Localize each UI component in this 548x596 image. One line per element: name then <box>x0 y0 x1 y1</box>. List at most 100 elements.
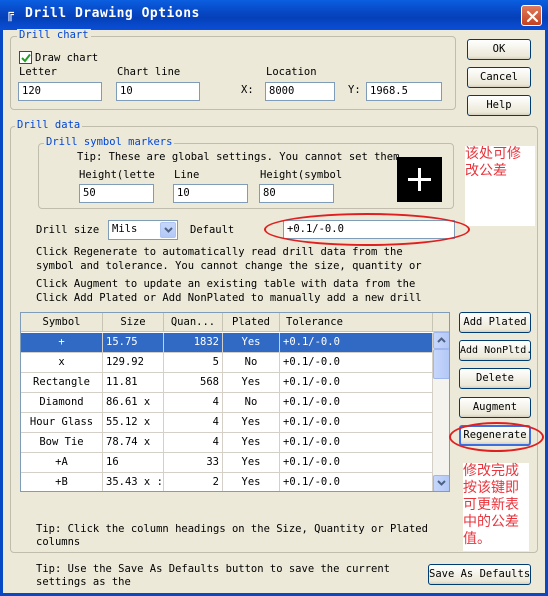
table-cell-tol: +0.1/-0.0 <box>280 333 433 353</box>
dropdown-arrow[interactable] <box>160 222 176 238</box>
add-plated-button[interactable]: Add Plated <box>459 312 531 333</box>
column-tip-line: Tip: Click the column headings on the Si… <box>36 523 428 535</box>
table-cell-symbol: +A <box>21 453 103 473</box>
table-row[interactable]: Bow Tie 78.74 x 4 Yes +0.1/-0.0 <box>21 433 433 453</box>
table-cell-qty: 5 <box>164 353 223 373</box>
annotation-note-2-line: 中的公差 <box>463 514 519 530</box>
instruction-line: Click Regenerate to automatically read d… <box>36 246 403 258</box>
table-row[interactable]: +B 35.43 x :2 Yes +0.1/-0.0 <box>21 473 433 491</box>
table-cell-qty: 33 <box>164 453 223 473</box>
draw-chart-checkbox[interactable] <box>19 51 32 64</box>
instruction-line: Click Augment to update an existing tabl… <box>36 278 416 290</box>
table-cell-qty: 4 <box>164 433 223 453</box>
table-cell-tol: +0.1/-0.0 <box>280 413 433 433</box>
chart-line-label: Chart line <box>117 66 181 78</box>
checkmark-icon <box>21 53 31 63</box>
footer-tip-line: settings as the <box>36 576 131 588</box>
annotation-note-2-line: 修改完成 <box>463 463 519 479</box>
scroll-down-button[interactable] <box>433 475 449 491</box>
table-cell-qty: 4 <box>164 393 223 413</box>
table-row[interactable]: Hour Glass 55.12 x 4 Yes +0.1/-0.0 <box>21 413 433 433</box>
y-input[interactable]: 1968.5 <box>366 82 442 101</box>
annotation-note-1-line: 改公差 <box>465 163 507 179</box>
table-cell-symbol: Bow Tie <box>21 433 103 453</box>
scroll-thumb[interactable] <box>433 349 449 379</box>
column-header-size[interactable]: Size <box>103 313 164 332</box>
table-vertical-scrollbar[interactable] <box>433 332 449 491</box>
table-cell-tol: +0.1/-0.0 <box>280 473 433 491</box>
annotation-note-2-line: 可更新表 <box>463 497 519 513</box>
table-cell-size: 35.43 x : <box>103 473 164 491</box>
add-nonplated-button[interactable]: Add NonPltd. <box>459 340 532 361</box>
scroll-up-button[interactable] <box>433 332 449 349</box>
table-cell-symbol: + <box>21 333 103 353</box>
save-as-defaults-button[interactable]: Save As Defaults <box>428 564 531 585</box>
column-header-plated[interactable]: Plated <box>223 313 280 332</box>
table-row[interactable]: x 129.92 5 No +0.1/-0.0 <box>21 353 433 373</box>
augment-button[interactable]: Augment <box>459 397 531 418</box>
line-input[interactable]: 10 <box>173 184 248 203</box>
table-cell-plated: Yes <box>223 413 280 433</box>
column-header-tolerance[interactable]: Tolerance <box>280 313 433 332</box>
delete-button[interactable]: Delete <box>459 368 531 389</box>
annotation-note-2-line: 按该键即 <box>463 480 519 496</box>
table-cell-tol: +0.1/-0.0 <box>280 353 433 373</box>
table-row[interactable]: +15.75 1832 Yes +0.1/-0.0 <box>21 333 433 353</box>
ok-button[interactable]: OK <box>467 39 531 60</box>
instruction-line: Click Add Plated or Add NonPlated to man… <box>36 292 422 304</box>
letter-input[interactable]: 120 <box>18 82 102 101</box>
chevron-down-icon <box>164 227 173 233</box>
column-header-symbol[interactable]: Symbol <box>21 313 103 332</box>
table-cell-size: 16 <box>103 453 164 473</box>
table-cell-symbol: +B <box>21 473 103 491</box>
table-cell-size: 15.75 <box>103 333 164 353</box>
drill-data-group-label: Drill data <box>15 119 83 131</box>
table-row[interactable]: +A 16 33 Yes +0.1/-0.0 <box>21 453 433 473</box>
table-cell-size: 55.12 x <box>103 413 164 433</box>
help-button[interactable]: Help <box>467 95 531 116</box>
title-bar: ╔ Drill Drawing Options <box>0 0 548 30</box>
table-row[interactable]: Rectangle 11.81 568 Yes +0.1/-0.0 <box>21 373 433 393</box>
instruction-line: symbol and tolerance. You cannot change … <box>36 260 422 272</box>
table-cell-tol: +0.1/-0.0 <box>280 453 433 473</box>
column-header-quantity[interactable]: Quan... <box>164 313 223 332</box>
footer-tip-line: Tip: Use the Save As Defaults button to … <box>36 563 391 575</box>
column-header-filler <box>433 313 449 332</box>
y-label: Y: <box>348 84 361 96</box>
annotation-note-1-line: 该处可修 <box>465 146 521 162</box>
table-cell-qty: 4 <box>164 413 223 433</box>
drill-table[interactable]: Symbol Size Quan... Plated Tolerance +15… <box>20 312 450 492</box>
height-letter-label: Height(lette <box>79 169 155 181</box>
table-cell-plated: Yes <box>223 373 280 393</box>
table-cell-size: 86.61 x <box>103 393 164 413</box>
symbol-preview <box>397 157 442 202</box>
location-label: Location <box>266 66 317 78</box>
cancel-button[interactable]: Cancel <box>467 67 531 88</box>
close-icon <box>526 10 539 23</box>
table-cell-size: 78.74 x <box>103 433 164 453</box>
close-button[interactable] <box>521 5 542 26</box>
annotation-ellipse-1 <box>264 213 470 246</box>
table-row[interactable]: Diamond 86.61 x 4 No +0.1/-0.0 <box>21 393 433 413</box>
app-icon: ╔ <box>6 7 14 22</box>
height-letter-input[interactable]: 50 <box>79 184 154 203</box>
chevron-up-icon <box>437 337 446 343</box>
drill-chart-group-label: Drill chart <box>17 29 91 41</box>
annotation-note-2: 修改完成 按该键即 可更新表 中的公差 值。 <box>463 463 529 551</box>
annotation-note-2-line: 值。 <box>463 531 491 547</box>
x-label: X: <box>241 84 254 96</box>
annotation-ellipse-2 <box>449 422 544 452</box>
table-cell-qty: 2 <box>164 473 223 491</box>
column-tip-line: columns <box>36 536 81 548</box>
default-label: Default <box>190 224 235 236</box>
table-cell-symbol: Hour Glass <box>21 413 103 433</box>
chart-line-input[interactable]: 10 <box>116 82 200 101</box>
height-symbol-label: Height(symbol <box>260 169 343 181</box>
drill-size-unit-select[interactable]: Mils <box>108 220 178 240</box>
table-cell-tol: +0.1/-0.0 <box>280 433 433 453</box>
table-cell-size: 129.92 <box>103 353 164 373</box>
x-input[interactable]: 8000 <box>265 82 335 101</box>
draw-chart-label: Draw chart <box>35 52 99 64</box>
table-cell-symbol: Rectangle <box>21 373 103 393</box>
height-symbol-input[interactable]: 80 <box>259 184 334 203</box>
